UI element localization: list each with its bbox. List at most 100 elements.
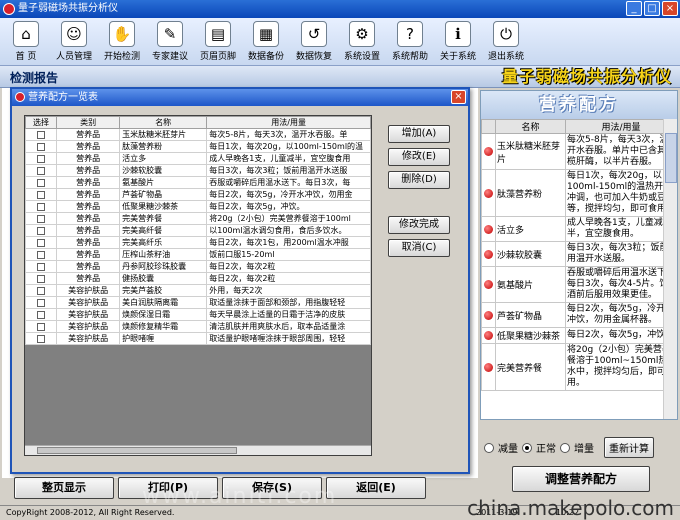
nutrition-row[interactable]: 沙棘软胶囊 每日3次，每次3粒；饭前用温开水送服。 — [481, 241, 677, 267]
row-usage: 取适量护眼啫喱涂抹于眼部周围，轻轻 — [206, 332, 371, 345]
recalc-button[interactable]: 重新计算 — [604, 437, 654, 458]
toolbar-help-button[interactable]: ? 系统帮助 — [386, 18, 434, 65]
row-category: 美容护肤品 — [56, 332, 121, 345]
corner-watermark: china.makepolo.com — [467, 496, 674, 520]
row-name: 护眼啫喱 — [119, 332, 208, 345]
page-view-button[interactable]: 整页显示 — [14, 477, 114, 499]
grid-row[interactable]: 营养品 肽藻营养粉 每日1次，每次20g，以100ml-150ml的温 — [25, 140, 371, 153]
grid-row[interactable]: 营养品 完美营养餐 将20g（2小包）完美营养餐溶于100ml — [25, 212, 371, 225]
radio-decrease[interactable] — [484, 442, 494, 453]
nutrition-row-usage: 每日1次，每次20g，以100ml-150ml的温热开水冲调，也可加入牛奶或豆浆… — [565, 169, 677, 217]
add-button[interactable]: 增加(A) — [388, 125, 450, 143]
row-name: 肽藻营养粉 — [119, 140, 208, 153]
grid-row[interactable]: 营养品 玉米肽糖米胚芽片 每次5-8片，每天3次，温开水吞服。单 — [25, 128, 371, 141]
nutrition-row[interactable]: 氨基酸片 吞服或嚼碎后用温水送下。每日3次，每次4-5片。饮酒前后服用效果更佳。 — [481, 266, 677, 303]
nutrition-scrollbar[interactable] — [663, 119, 677, 419]
row-checkbox[interactable] — [37, 262, 46, 271]
toolbar-users-button[interactable]: ☺ 人员管理 — [50, 18, 98, 65]
row-checkbox[interactable] — [37, 286, 46, 295]
nutrition-row[interactable]: 玉米肽糖米胚芽片 每次5-8片，每天3次，温开水吞服。单片中已含其压榄肝酶，以半片… — [481, 133, 677, 170]
cancel-button[interactable]: 取消(C) — [388, 239, 450, 257]
dialog-close-button[interactable]: × — [451, 90, 466, 104]
row-checkbox[interactable] — [37, 238, 46, 247]
row-checkbox[interactable] — [37, 310, 46, 319]
grid-row[interactable]: 营养品 低聚果糖沙棘茶 每日2次，每次5g，冲饮。 — [25, 200, 371, 213]
row-checkbox[interactable] — [37, 202, 46, 211]
radio-increase[interactable] — [560, 442, 570, 453]
backup-icon: ▦ — [253, 21, 279, 47]
delete-button[interactable]: 删除(D) — [388, 171, 450, 189]
row-checkbox[interactable] — [37, 226, 46, 235]
back-button[interactable]: 返回(E) — [326, 477, 426, 499]
grid-row[interactable]: 营养品 完美高纤餐 以100ml温水调匀食用，食后多饮水。 — [25, 224, 371, 237]
close-button[interactable]: × — [662, 1, 678, 16]
advice-icon: ✎ — [157, 21, 183, 47]
radio-normal-label: 正常 — [536, 444, 556, 455]
window-titlebar[interactable]: 量子弱磁场共振分析仪 _ □ × — [0, 0, 680, 18]
exit-icon: ⏻ — [493, 21, 519, 47]
row-usage: 吞服或嚼碎后用温水送下。每日3次，每 — [206, 176, 371, 189]
nutrition-row-usage: 每日2次，每次5g，冲饮。 — [565, 327, 677, 344]
grid-col-select: 选择 — [25, 116, 58, 129]
minimize-button[interactable]: _ — [626, 1, 642, 16]
toolbar-exit-button[interactable]: ⏻ 退出系统 — [482, 18, 530, 65]
bullet-icon — [484, 310, 493, 320]
grid-row[interactable]: 美容护肤品 焕颜保湿日霜 每天早晨涂上适量的日霜于洁净的皮肤 — [25, 308, 371, 321]
maximize-button[interactable]: □ — [644, 1, 660, 16]
row-checkbox[interactable] — [37, 250, 46, 259]
dialog-titlebar[interactable]: 营养配方一览表 × — [12, 89, 468, 106]
grid-row[interactable]: 美容护肤品 焕颜修复精华霜 清洁肌肤并用爽肤水后，取本品适量涂 — [25, 320, 371, 333]
row-checkbox[interactable] — [37, 130, 46, 139]
nutrition-row[interactable]: 低聚果糖沙棘茶 每日2次，每次5g，冲饮。 — [481, 327, 677, 344]
grid-col-usage: 用法/用量 — [206, 116, 371, 129]
row-checkbox[interactable] — [37, 274, 46, 283]
edit-button[interactable]: 修改(E) — [388, 148, 450, 166]
home-icon: ⌂ — [13, 21, 39, 47]
nutrition-row[interactable]: 活立多 成人早晚各1支，儿童减半，宜空腹食用。 — [481, 216, 677, 242]
row-checkbox[interactable] — [37, 298, 46, 307]
row-checkbox[interactable] — [37, 142, 46, 151]
toolbar-hand-button[interactable]: ✋ 开始检测 — [98, 18, 146, 65]
grid-row[interactable]: 营养品 芦荟矿物晶 每日2次，每次5g，冷开水冲饮，勿用金 — [25, 188, 371, 201]
nutrition-grid-table: 选择 类别 名称 用法/用量 营养品 玉米肽糖米胚芽片 每次5-8片，每天3次，温开… — [25, 116, 371, 345]
grid-row[interactable]: 营养品 氨基酸片 吞服或嚼碎后用温水送下。每日3次，每 — [25, 176, 371, 189]
radio-normal[interactable] — [522, 442, 532, 453]
row-checkbox[interactable] — [37, 322, 46, 331]
toolbar-label: 专家建议 — [151, 52, 188, 62]
adjust-nutrition-button[interactable]: 调整营养配方 — [512, 466, 650, 492]
row-category: 美容护肤品 — [56, 296, 121, 309]
grid-row[interactable]: 美容护肤品 完美芦荟胶 外用，每天2次 — [25, 284, 371, 297]
toolbar-restore-button[interactable]: ↺ 数据恢复 — [290, 18, 338, 65]
grid-row[interactable]: 美容护肤品 美白润肤隔离霜 取适量涂抹于面部和颈部，用指腹轻轻 — [25, 296, 371, 309]
toolbar-home-button[interactable]: ⌂ 首 页 — [2, 18, 50, 65]
nutrition-row[interactable]: 芦荟矿物晶 每日2次，每次5g，冷开水冲饮，勿用金属杯器。 — [481, 302, 677, 328]
row-checkbox[interactable] — [37, 166, 46, 175]
row-checkbox[interactable] — [37, 154, 46, 163]
grid-row[interactable]: 营养品 丹参阿胶珍珠胶囊 每日2次，每次2粒 — [25, 260, 371, 273]
grid-row[interactable]: 美容护肤品 护眼啫喱 取适量护眼啫喱涂抹于眼部周围，轻轻 — [25, 332, 371, 345]
nutrition-row[interactable]: 完美营养餐 将20g（2小包）完美营养餐溶于100ml~150ml热水中，搅拌均匀… — [481, 343, 677, 391]
grid-row[interactable]: 营养品 沙棘软胶囊 每日3次，每次3粒；饭前用温开水送服 — [25, 164, 371, 177]
row-usage: 每日2次，每次1包，用200ml温水冲服 — [206, 236, 371, 249]
nutrition-col-name: 名称 — [495, 119, 566, 134]
help-icon: ? — [397, 21, 423, 47]
nutrition-row-name: 肽藻营养粉 — [495, 169, 566, 217]
toolbar-header-footer-button[interactable]: ▤ 页眉页脚 — [194, 18, 242, 65]
grid-row[interactable]: 营养品 完美高纤乐 每日2次，每次1包，用200ml温水冲服 — [25, 236, 371, 249]
report-header: 检测报告 量子弱磁场共振分析仪 — [0, 66, 680, 88]
nutrition-row[interactable]: 肽藻营养粉 每日1次，每次20g，以100ml-150ml的温热开水冲调，也可加入… — [481, 169, 677, 217]
row-checkbox[interactable] — [37, 190, 46, 199]
toolbar-settings-button[interactable]: ⚙ 系统设置 — [338, 18, 386, 65]
toolbar-backup-button[interactable]: ▦ 数据备份 — [242, 18, 290, 65]
toolbar-advice-button[interactable]: ✎ 专家建议 — [146, 18, 194, 65]
grid-row[interactable]: 营养品 压榨山茶籽油 饭前口服15-20ml — [25, 248, 371, 261]
grid-hscrollbar[interactable] — [25, 445, 371, 455]
row-checkbox[interactable] — [37, 178, 46, 187]
grid-row[interactable]: 营养品 健扬胶囊 每日2次，每次2粒 — [25, 272, 371, 285]
row-category: 营养品 — [56, 248, 121, 261]
row-checkbox[interactable] — [37, 214, 46, 223]
toolbar-about-button[interactable]: ℹ 关于系统 — [434, 18, 482, 65]
edit-done-button[interactable]: 修改完成 — [388, 216, 450, 234]
grid-row[interactable]: 营养品 活立多 成人早晚各1支，儿童减半，宜空腹食用 — [25, 152, 371, 165]
row-checkbox[interactable] — [37, 334, 46, 343]
